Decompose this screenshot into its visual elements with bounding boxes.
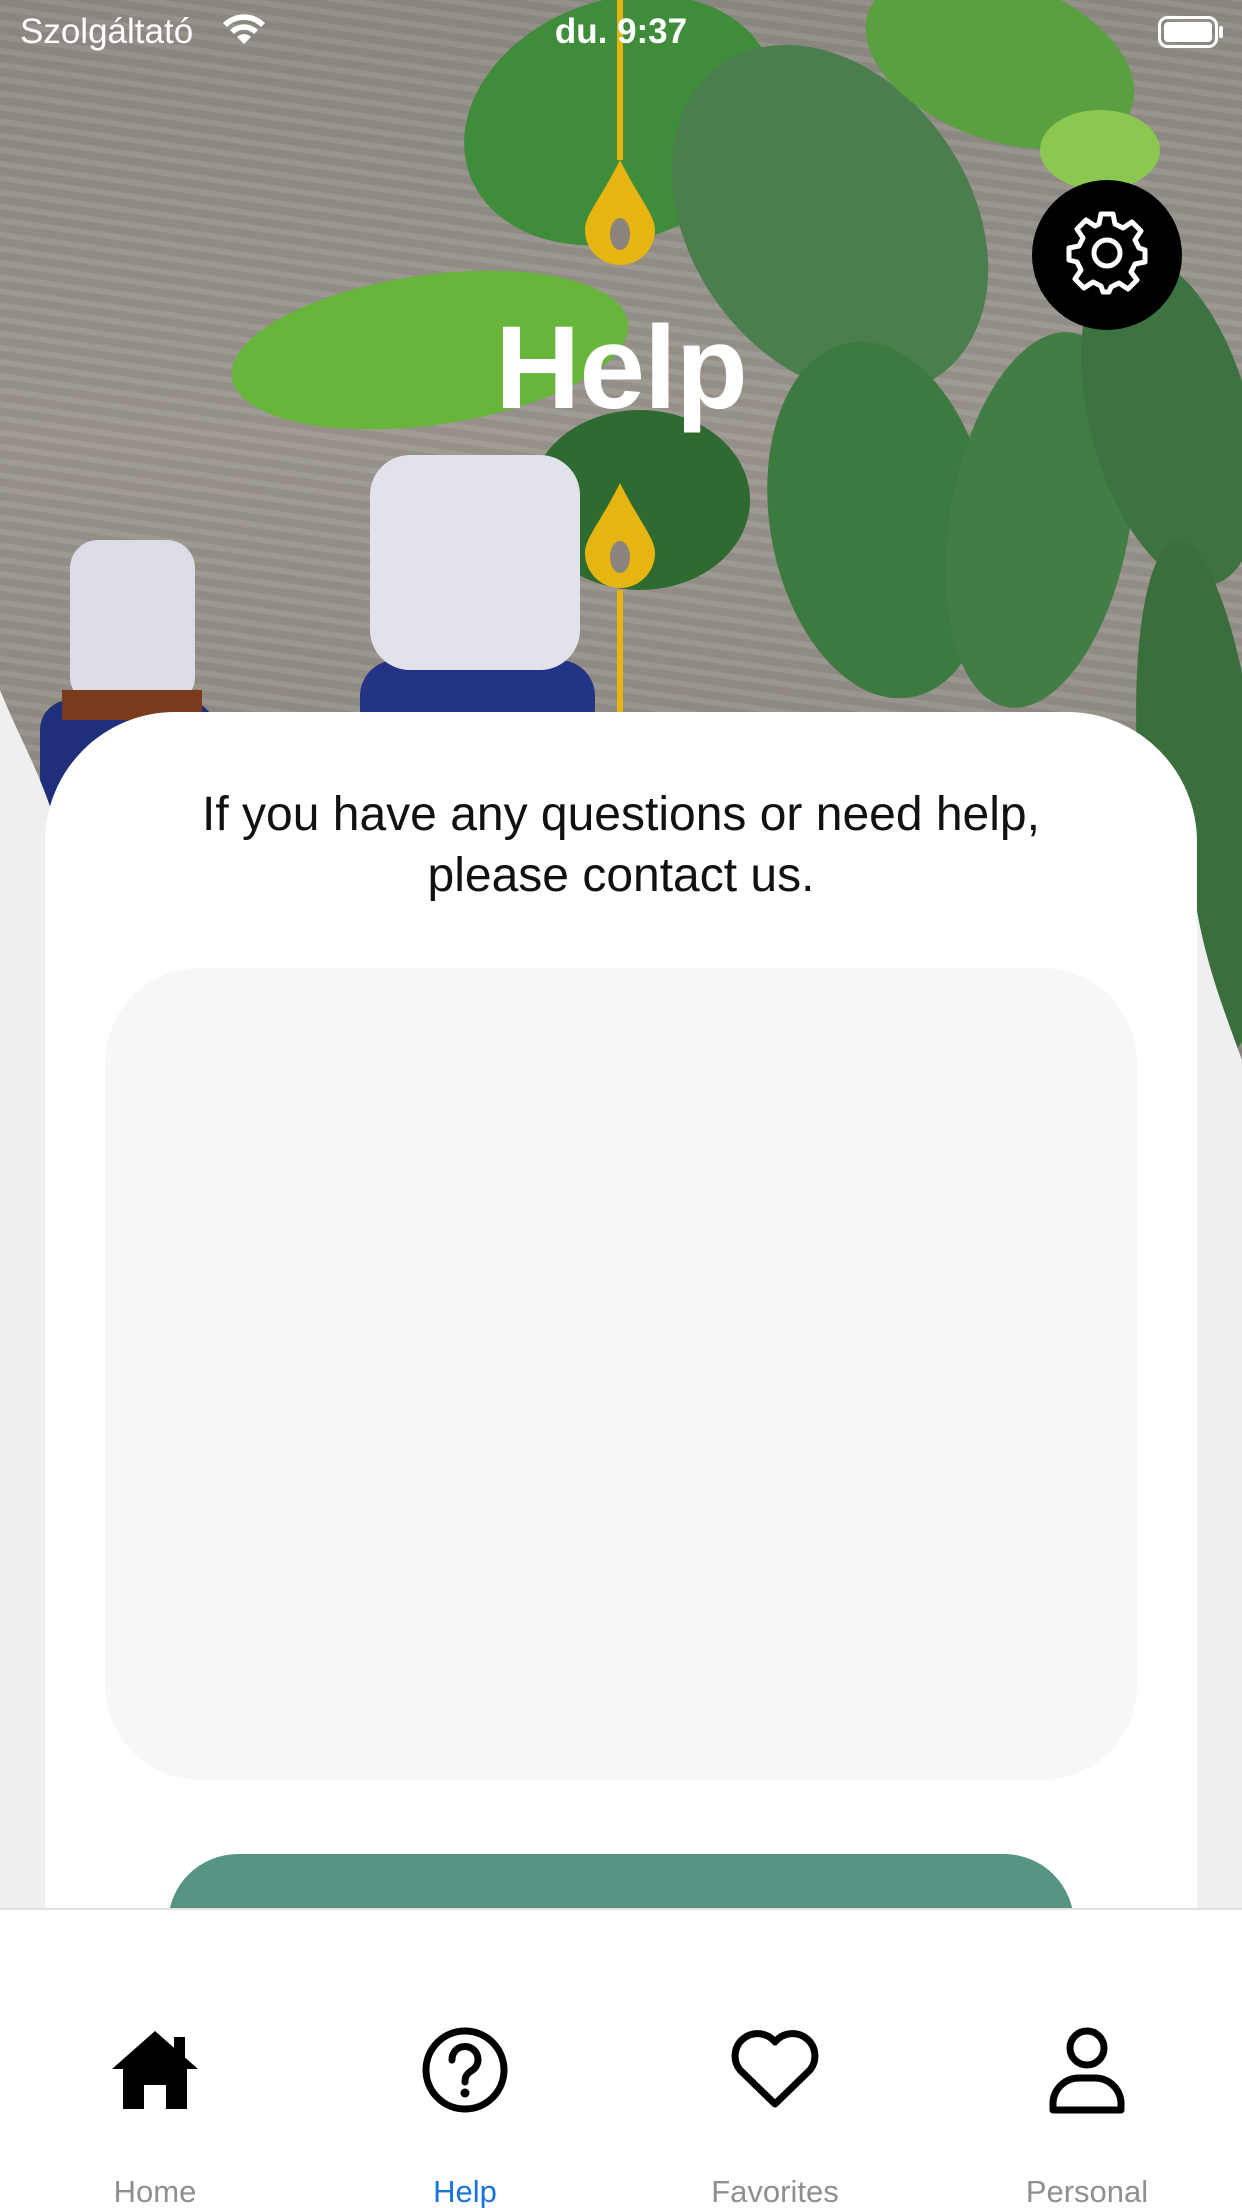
- tab-help[interactable]: Help: [310, 1910, 620, 2208]
- tab-personal-label: Personal: [1025, 2174, 1149, 2208]
- settings-button[interactable]: [1032, 180, 1182, 330]
- tab-bar: Home Help Favorites Personal: [0, 1908, 1242, 2208]
- help-message: If you have any questions or need help, …: [202, 788, 1040, 902]
- tab-home[interactable]: Home: [0, 1910, 310, 2208]
- tab-help-label: Help: [433, 2174, 497, 2208]
- battery-icon: [1158, 16, 1224, 48]
- tab-personal[interactable]: Personal: [932, 1910, 1242, 2208]
- question-circle-icon: [310, 2020, 620, 2120]
- tab-favorites[interactable]: Favorites: [620, 1910, 930, 2208]
- status-bar: Szolgáltató du. 9:37: [0, 0, 1242, 62]
- heart-icon: [620, 2020, 930, 2120]
- message-input[interactable]: [105, 968, 1137, 1780]
- gear-icon: [1065, 211, 1149, 300]
- tab-home-label: Home: [113, 2174, 197, 2208]
- person-icon: [932, 2020, 1242, 2120]
- page-title: Help: [495, 302, 748, 434]
- clock: du. 9:37: [554, 12, 688, 51]
- tab-favorites-label: Favorites: [711, 2174, 839, 2208]
- home-icon: [0, 2020, 310, 2120]
- help-card: If you have any questions or need help, …: [45, 712, 1197, 2012]
